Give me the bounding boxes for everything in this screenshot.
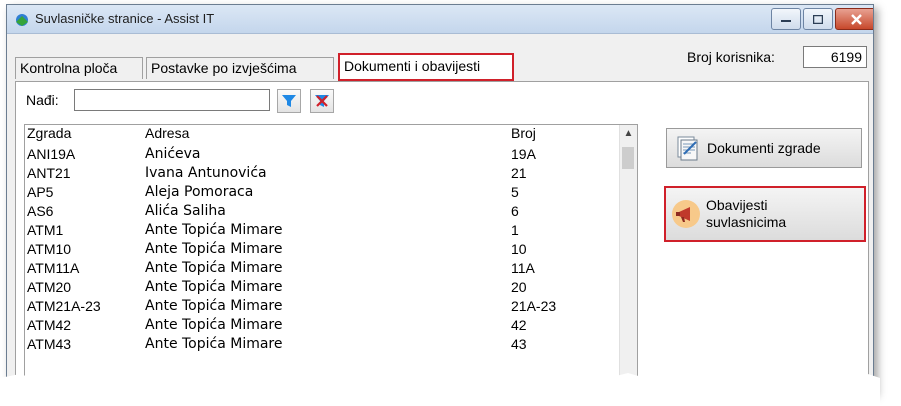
maximize-icon xyxy=(813,14,823,24)
tab-panel: Nađi: Zgrada Adresa Broj ANI19A Anićeva 19… xyxy=(15,81,869,393)
buildings-table[interactable]: Zgrada Adresa Broj ANI19A Anićeva 19A ANT21… xyxy=(24,124,638,393)
cell-address: Anićeva xyxy=(145,146,201,162)
close-button[interactable] xyxy=(835,8,873,30)
cell-number: 11A xyxy=(511,260,535,276)
cell-address: Ante Topića Mimare xyxy=(145,260,283,276)
cell-number: 20 xyxy=(511,279,527,295)
tab-report-settings[interactable]: Postavke po izvješćima xyxy=(146,57,334,79)
cell-building: ATM11A xyxy=(27,260,80,276)
cell-address: Ante Topića Mimare xyxy=(145,279,283,295)
torn-edge-decoration xyxy=(0,373,880,406)
search-input[interactable] xyxy=(74,89,270,111)
cell-address: Ante Topića Mimare xyxy=(145,241,283,257)
column-header-number[interactable]: Broj xyxy=(511,125,536,141)
building-documents-button[interactable]: Dokumenti zgrade xyxy=(666,128,862,168)
cell-building: ANT21 xyxy=(27,165,71,181)
cell-address: Ante Topića Mimare xyxy=(145,317,283,333)
clear-filter-icon xyxy=(315,95,329,107)
close-icon xyxy=(850,13,862,25)
clear-filter-button[interactable] xyxy=(310,89,334,113)
title-bar[interactable]: Suvlasničke stranice - Assist IT xyxy=(7,5,873,34)
user-count-field[interactable]: 6199 xyxy=(803,46,867,68)
cell-address: Ante Topića Mimare xyxy=(145,336,283,352)
cell-number: 19A xyxy=(511,146,536,162)
cell-building: AP5 xyxy=(27,184,54,200)
owner-notices-label-line2: suvlasnicima xyxy=(706,214,787,230)
tab-dashboard[interactable]: Kontrolna ploča xyxy=(15,57,143,79)
cell-building: ATM42 xyxy=(27,317,72,333)
vertical-scrollbar[interactable]: ▲ xyxy=(619,125,637,393)
cell-address: Ante Topića Mimare xyxy=(145,222,283,238)
app-window: Suvlasničke stranice - Assist IT Kontrol… xyxy=(6,4,874,393)
cell-number: 10 xyxy=(511,241,527,257)
column-header-address[interactable]: Adresa xyxy=(145,125,189,141)
cell-number: 6 xyxy=(511,203,519,219)
cell-number: 21A-23 xyxy=(511,298,557,314)
tab-documents-notices[interactable]: Dokumenti i obavijesti xyxy=(338,53,514,81)
cell-building: AS6 xyxy=(27,203,54,219)
maximize-button[interactable] xyxy=(803,8,833,30)
cell-address: Ante Topića Mimare xyxy=(145,298,283,314)
cell-number: 1 xyxy=(511,222,519,238)
cell-number: 42 xyxy=(511,317,527,333)
window-title: Suvlasničke stranice - Assist IT xyxy=(35,11,215,26)
cell-number: 5 xyxy=(511,184,519,200)
scroll-up-icon[interactable]: ▲ xyxy=(620,125,637,142)
owner-notices-label-line1: Obavijesti xyxy=(706,197,768,213)
cell-number: 21 xyxy=(511,165,527,181)
building-documents-label: Dokumenti zgrade xyxy=(707,139,821,156)
filter-icon xyxy=(282,95,296,107)
cell-number: 43 xyxy=(511,336,527,352)
cell-building: ATM21A-23 xyxy=(27,298,101,314)
user-count-label: Broj korisnika: xyxy=(687,49,775,65)
minimize-icon xyxy=(781,20,791,22)
document-icon xyxy=(667,135,707,161)
filter-button[interactable] xyxy=(277,89,301,113)
cell-building: ATM43 xyxy=(27,336,72,352)
scroll-thumb[interactable] xyxy=(622,147,634,169)
cell-address: Alića Saliha xyxy=(145,203,226,219)
cell-address: Ivana Antunovića xyxy=(145,165,267,181)
search-label: Nađi: xyxy=(26,92,59,108)
owner-notices-button[interactable]: Obavijesti suvlasnicima xyxy=(664,186,866,242)
cell-building: ATM1 xyxy=(27,222,64,238)
cell-building: ATM20 xyxy=(27,279,72,295)
minimize-button[interactable] xyxy=(771,8,801,30)
megaphone-icon xyxy=(666,199,706,229)
cell-building: ANI19A xyxy=(27,146,76,162)
app-icon xyxy=(16,14,28,26)
cell-address: Aleja Pomoraca xyxy=(145,184,254,200)
cell-building: ATM10 xyxy=(27,241,72,257)
column-header-building[interactable]: Zgrada xyxy=(27,125,71,141)
